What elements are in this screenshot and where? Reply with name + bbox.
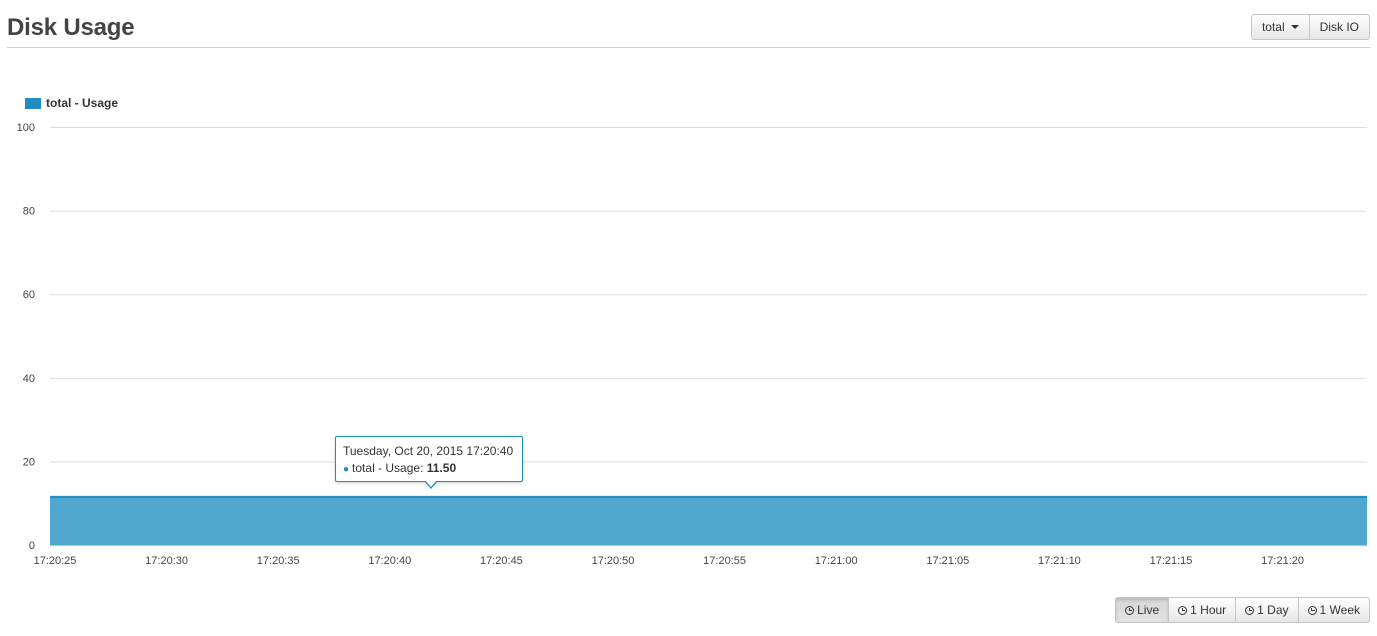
range-1-week-label: 1 Week [1319,603,1360,617]
usage-chart[interactable]: 0 20 40 60 80 100 17:20:25 17:20:30 17:20:35 17:2… [0,0,1377,580]
y-tick-label: 0 [29,540,35,552]
tooltip-series-line: ● total - Usage: 11.50 [343,461,522,475]
range-1-week-button[interactable]: 1 Week [1297,597,1370,623]
tooltip-date: Tuesday, Oct 20, 2015 17:20:40 [343,444,514,458]
range-live-button[interactable]: Live [1115,597,1169,623]
range-1-day-button[interactable]: 1 Day [1235,597,1298,623]
range-1-day-label: 1 Day [1257,603,1289,617]
series-dot-icon: ● [343,464,350,475]
x-tick-label: 17:20:40 [368,555,411,567]
x-tick-label: 17:21:20 [1261,555,1304,567]
y-tick-label: 60 [23,289,35,301]
x-tick-label: 17:21:05 [926,555,969,567]
y-tick-label: 40 [23,373,35,385]
x-tick-label: 17:21:10 [1038,555,1081,567]
usage-area [50,496,1367,545]
x-tick-label: 17:21:15 [1150,555,1193,567]
x-tick-label: 17:20:30 [145,555,188,567]
clock-icon [1245,605,1255,615]
y-tick-label: 80 [23,206,35,218]
clock-icon [1307,605,1317,615]
tooltip-value: 11.50 [426,461,457,475]
x-tick-label: 17:20:25 [34,555,77,567]
y-tick-label: 20 [23,456,35,468]
chart-tooltip: Tuesday, Oct 20, 2015 17:20:40 ● total - … [335,436,523,489]
x-tick-label: 17:21:00 [815,555,858,567]
clock-icon [1178,605,1188,615]
tooltip-series-label: total - Usage: [352,461,427,475]
x-tick-label: 17:20:35 [257,555,300,567]
time-range-button-group: Live 1 Hour 1 Day 1 Week [1115,597,1370,623]
y-tick-label: 100 [17,122,35,134]
x-tick-label: 17:20:45 [480,555,523,567]
range-1-hour-button[interactable]: 1 Hour [1168,597,1236,623]
x-tick-label: 17:20:55 [703,555,746,567]
x-tick-label: 17:20:50 [592,555,635,567]
range-live-label: Live [1137,603,1160,617]
range-1-hour-label: 1 Hour [1190,603,1227,617]
clock-icon [1125,605,1135,615]
